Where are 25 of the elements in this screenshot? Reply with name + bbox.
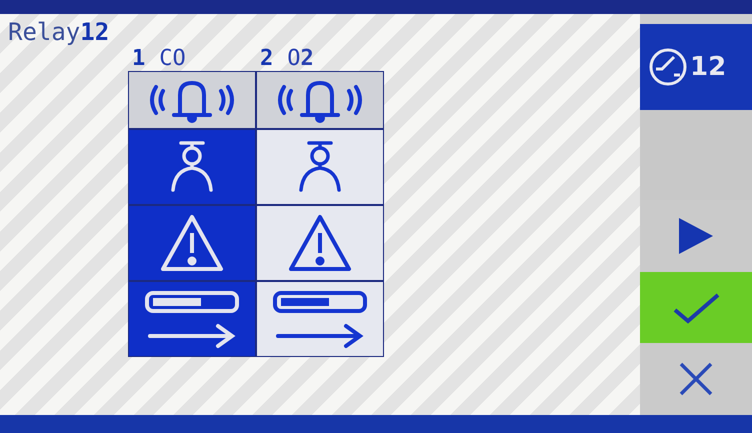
person-cell[interactable] xyxy=(256,129,384,205)
progress-arrow-icon xyxy=(272,289,368,349)
channel-name: O2 xyxy=(287,46,314,71)
channel-number: 2 xyxy=(260,46,274,71)
warning-cell[interactable] xyxy=(256,205,384,281)
cancel-button[interactable] xyxy=(640,343,752,416)
timer-badge[interactable]: 12 xyxy=(640,24,752,110)
clock-icon xyxy=(648,47,688,87)
relay-title: Relay12 xyxy=(8,18,110,46)
play-icon xyxy=(677,216,715,256)
channel-name: CO xyxy=(159,46,186,71)
channel-number: 1 xyxy=(132,46,146,71)
person-cell[interactable] xyxy=(128,129,256,205)
warning-cell[interactable] xyxy=(128,205,256,281)
warning-icon xyxy=(287,213,353,273)
confirm-button[interactable] xyxy=(640,272,752,344)
close-icon xyxy=(678,361,714,398)
warning-icon xyxy=(159,213,225,273)
bell-cell[interactable] xyxy=(128,71,256,129)
bell-cell[interactable] xyxy=(256,71,384,129)
progress-cell[interactable] xyxy=(256,281,384,357)
checkmark-icon xyxy=(672,292,720,324)
progress-cell[interactable] xyxy=(128,281,256,357)
progress-arrow-icon xyxy=(144,289,240,349)
next-button[interactable] xyxy=(640,200,752,272)
